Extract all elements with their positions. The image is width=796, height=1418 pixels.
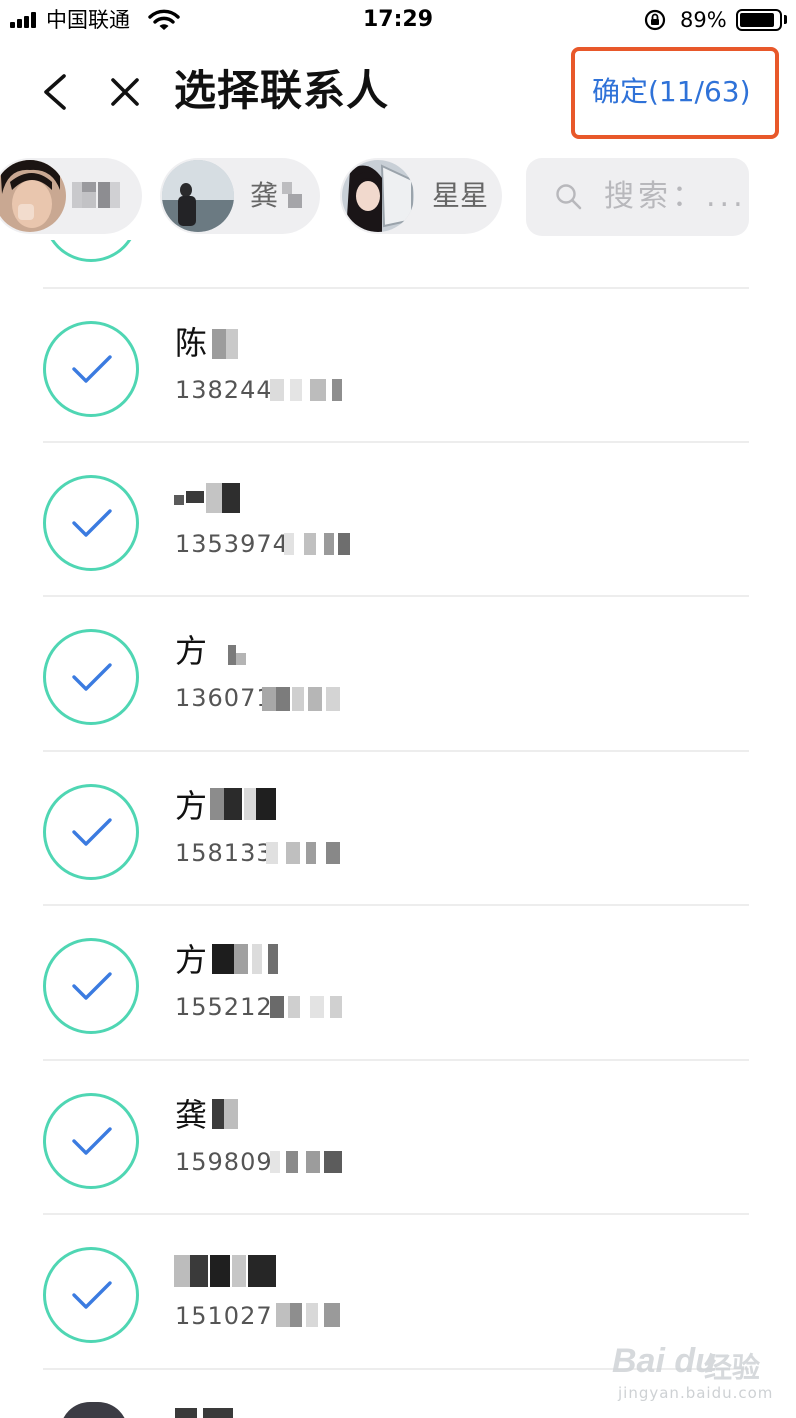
avatar	[162, 160, 234, 232]
selected-chip[interactable]	[0, 158, 142, 234]
check-circle[interactable]	[43, 784, 139, 880]
blurred-name	[174, 1255, 280, 1287]
list-item[interactable]: 龚 159809	[0, 1061, 796, 1215]
orientation-lock-icon	[644, 9, 666, 31]
checkmark-icon	[72, 355, 112, 383]
contact-phone: 136071	[175, 684, 273, 712]
contact-list[interactable]: 陈 138244 1353974 方 136071 方 158133 方 155…	[0, 240, 796, 1418]
selected-chip[interactable]: 星星	[340, 158, 502, 234]
clock: 17:29	[362, 7, 434, 32]
page-title: 选择联系人	[174, 66, 390, 115]
confirm-button[interactable]: 确定(11/63)	[592, 70, 751, 114]
check-circle[interactable]	[43, 1093, 139, 1189]
battery-cap	[784, 15, 787, 24]
blurred-name	[72, 182, 122, 208]
blurred-name	[282, 182, 306, 208]
checkmark-icon	[72, 663, 112, 691]
avatar	[342, 160, 414, 232]
contact-name: 龚	[175, 1096, 208, 1134]
check-circle[interactable]	[43, 475, 139, 571]
list-item[interactable]: 陈 138244	[0, 289, 796, 443]
blurred-phone	[270, 1151, 346, 1173]
chip-name: 龚	[250, 179, 279, 212]
check-circle[interactable]	[43, 321, 139, 417]
watermark-url: jingyan.baidu.com	[618, 1384, 774, 1402]
chip-name: 星星	[432, 179, 489, 212]
avatar	[0, 160, 66, 232]
contact-name: 陈	[175, 324, 208, 362]
contact-phone: 159809	[175, 1148, 273, 1176]
watermark-brand-cn: 经验	[704, 1351, 761, 1384]
blurred-name	[212, 1099, 244, 1129]
selected-chip[interactable]: 龚	[160, 158, 320, 234]
blurred-phone	[276, 1303, 346, 1327]
blurred-name	[174, 483, 244, 513]
contact-name: 方	[175, 941, 208, 979]
watermark-brand: Bai du	[612, 1342, 716, 1380]
contact-phone: 138244	[175, 376, 273, 404]
blurred-name	[175, 1400, 245, 1418]
list-item[interactable]: 1353974	[0, 443, 796, 597]
blurred-phone	[270, 379, 346, 401]
search-input[interactable]	[604, 176, 746, 216]
chevron-left-icon[interactable]	[36, 68, 76, 116]
checkmark-icon	[72, 1281, 112, 1309]
checkmark-icon	[72, 972, 112, 1000]
battery-percent: 89%	[680, 8, 727, 32]
checkmark-icon	[72, 509, 112, 537]
blurred-name	[210, 788, 280, 820]
checkmark-icon	[72, 1127, 112, 1155]
checkmark-icon	[72, 818, 112, 846]
check-circle[interactable]	[43, 240, 139, 262]
list-item[interactable]: 方 136071	[0, 597, 796, 751]
contact-phone: 151027	[175, 1302, 273, 1330]
blurred-name	[228, 645, 248, 665]
contact-phone: 158133	[175, 839, 273, 867]
check-circle[interactable]	[43, 938, 139, 1034]
list-item[interactable]: 方 155212	[0, 906, 796, 1060]
contact-phone: 155212	[175, 993, 273, 1021]
check-circle[interactable]	[43, 629, 139, 725]
contact-phone: 1353974	[175, 530, 289, 558]
battery-icon	[736, 9, 782, 31]
avatar	[60, 1402, 128, 1418]
blurred-name	[212, 944, 280, 974]
search-icon	[556, 184, 582, 210]
contact-name: 方	[175, 787, 208, 825]
close-icon[interactable]	[104, 68, 146, 116]
blurred-name	[212, 329, 242, 359]
status-bar: 中国联通 17:29 89%	[0, 0, 796, 42]
blurred-phone	[266, 842, 346, 864]
contact-name: 方	[175, 632, 208, 670]
check-circle[interactable]	[43, 1247, 139, 1343]
blurred-phone	[284, 533, 352, 555]
blurred-phone	[270, 996, 346, 1018]
search-box[interactable]	[526, 158, 749, 236]
watermark-logo: Bai du 经验 jingyan.baidu.com	[612, 1334, 772, 1404]
list-item[interactable]: 方 158133	[0, 752, 796, 906]
blurred-phone	[262, 687, 346, 711]
selected-contacts-bar: 龚 星星	[0, 158, 796, 240]
